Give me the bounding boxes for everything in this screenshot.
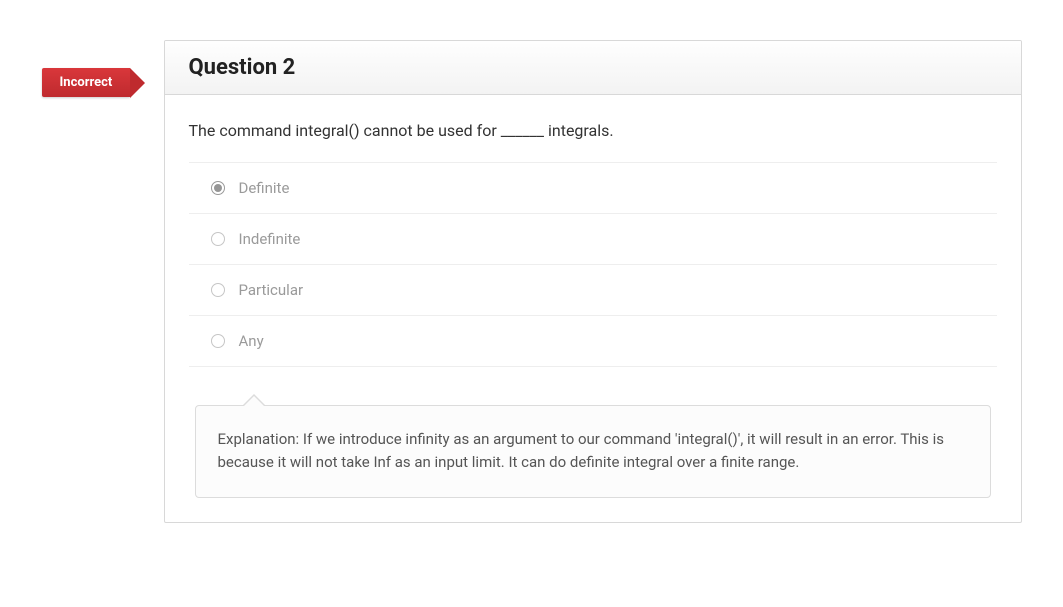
options-list: Definite Indefinite Particular Any xyxy=(189,162,997,367)
question-title: Question 2 xyxy=(189,55,997,80)
option-label: Particular xyxy=(239,281,304,299)
radio-icon xyxy=(211,181,225,195)
status-badge-label: Incorrect xyxy=(60,75,113,90)
question-header: Question 2 xyxy=(165,41,1021,95)
option-indefinite[interactable]: Indefinite xyxy=(189,214,997,265)
question-card: Question 2 The command integral() cannot… xyxy=(164,40,1022,523)
explanation-box: Explanation: If we introduce infinity as… xyxy=(195,405,991,498)
option-label: Any xyxy=(239,332,264,350)
option-label: Definite xyxy=(239,179,290,197)
status-badge: Incorrect xyxy=(42,68,131,97)
radio-icon xyxy=(211,283,225,297)
option-label: Indefinite xyxy=(239,230,301,248)
explanation-text: Explanation: If we introduce infinity as… xyxy=(218,430,945,471)
radio-icon xyxy=(211,232,225,246)
radio-icon xyxy=(211,334,225,348)
option-any[interactable]: Any xyxy=(189,316,997,367)
question-wrapper: Incorrect Question 2 The command integra… xyxy=(42,40,1022,523)
question-prompt: The command integral() cannot be used fo… xyxy=(189,121,997,140)
option-particular[interactable]: Particular xyxy=(189,265,997,316)
option-definite[interactable]: Definite xyxy=(189,163,997,214)
question-body: The command integral() cannot be used fo… xyxy=(165,95,1021,522)
